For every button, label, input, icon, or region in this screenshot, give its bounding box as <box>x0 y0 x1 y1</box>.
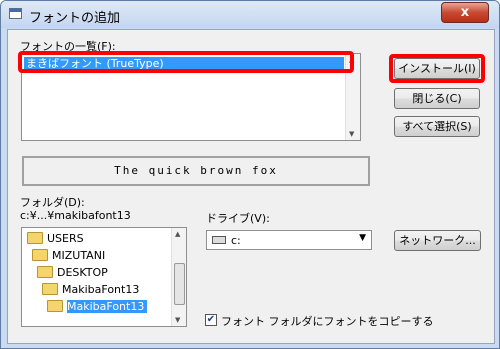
folder-open-icon <box>32 249 48 261</box>
tree-item-label: MakibaFont13 <box>67 300 148 313</box>
folder-open-icon <box>27 232 43 244</box>
title-bar[interactable]: フォントの追加 x <box>1 1 499 28</box>
tree-item-mizutani[interactable]: MIZUTANI <box>32 248 105 264</box>
tree-item-label: DESKTOP <box>57 266 108 279</box>
close-button[interactable]: 閉じる(C) <box>394 88 480 109</box>
tree-item-users[interactable]: USERS <box>27 231 84 247</box>
scroll-down-icon[interactable]: ▼ <box>175 316 180 324</box>
folder-tree[interactable]: USERS MIZUTANI DESKTOP MakibaFont13 Maki… <box>21 227 187 327</box>
scroll-thumb[interactable] <box>174 263 185 305</box>
scroll-up-icon[interactable]: ▲ <box>175 230 180 238</box>
close-window-button[interactable]: x <box>441 2 489 23</box>
copy-to-fonts-label: フォント フォルダにフォントをコピーする <box>221 315 434 328</box>
folder-open-icon <box>37 266 53 278</box>
drive-icon <box>212 236 226 244</box>
window-icon <box>9 8 22 19</box>
font-item-highlight <box>18 51 354 73</box>
font-preview: The quick brown fox <box>22 156 370 186</box>
window-title: フォントの追加 <box>29 11 121 26</box>
dialog-body: フォントの一覧(F): まきばフォント (TrueType) ▲ ▼ インストー… <box>7 29 495 344</box>
tree-item-label: USERS <box>47 232 84 245</box>
folder-open-icon <box>47 300 63 312</box>
folder-path: c:¥...¥makibafont13 <box>20 209 131 222</box>
tree-item-label: MakibaFont13 <box>62 283 140 296</box>
copy-to-fonts-checkbox[interactable]: ✔ <box>205 314 217 326</box>
install-button-highlight <box>389 54 485 83</box>
tree-item-label: MIZUTANI <box>52 249 106 262</box>
chevron-down-icon[interactable]: ▼ <box>359 233 366 243</box>
scroll-down-icon[interactable]: ▼ <box>349 130 354 138</box>
tree-item-desktop[interactable]: DESKTOP <box>37 265 108 281</box>
folder-tree-scrollbar[interactable]: ▲ ▼ <box>171 228 186 326</box>
add-fonts-dialog: フォントの追加 x フォントの一覧(F): まきばフォント (TrueType)… <box>0 0 500 349</box>
select-all-button[interactable]: すべて選択(S) <box>394 116 480 137</box>
tree-item-makibafont13-selected[interactable]: MakibaFont13 <box>47 299 148 315</box>
drive-value: c: <box>231 234 241 247</box>
drive-select[interactable]: c: ▼ <box>206 230 372 250</box>
drive-label: ドライブ(V): <box>206 212 270 225</box>
folder-label: フォルダ(D): <box>20 196 85 209</box>
network-button[interactable]: ネットワーク... <box>394 230 481 251</box>
tree-item-makibafont13-parent[interactable]: MakibaFont13 <box>42 282 139 298</box>
folder-open-icon <box>42 283 58 295</box>
